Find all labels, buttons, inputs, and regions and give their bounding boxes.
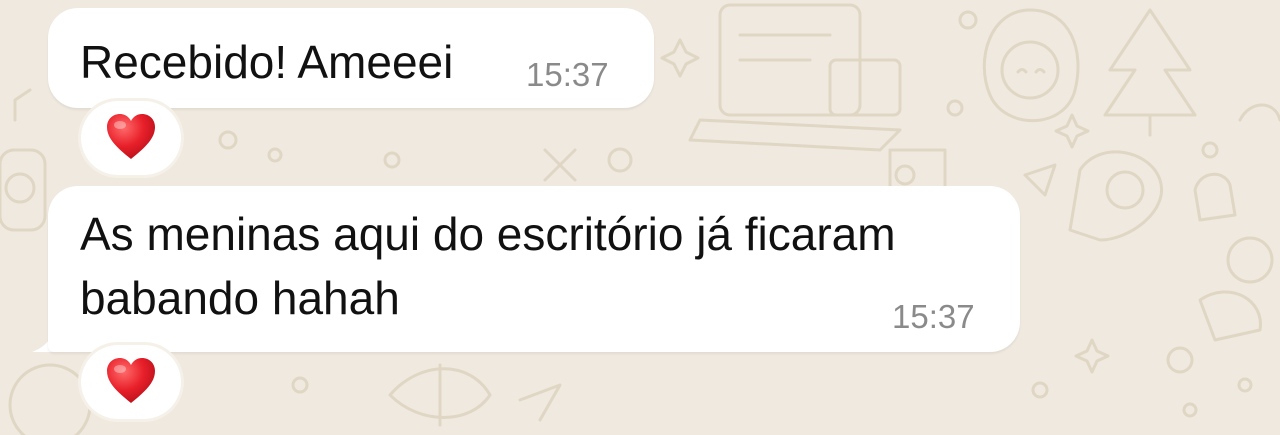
message-bubble-2[interactable]: As meninas aqui do escritório já ficaram…: [48, 186, 1020, 352]
reaction-badge[interactable]: [81, 101, 181, 175]
heart-emoji-icon: [107, 358, 155, 403]
message-text-line-2: babando hahah: [80, 272, 400, 324]
message-timestamp: 15:37: [526, 56, 609, 93]
reaction-badge[interactable]: [81, 345, 181, 419]
message-bubble-1[interactable]: Recebido! Ameeei 15:37: [48, 8, 654, 108]
message-text: Recebido! Ameeei: [80, 36, 454, 88]
heart-emoji-icon: [107, 114, 155, 159]
message-text-line-1: As meninas aqui do escritório já ficaram: [80, 208, 896, 260]
message-timestamp: 15:37: [892, 298, 975, 335]
